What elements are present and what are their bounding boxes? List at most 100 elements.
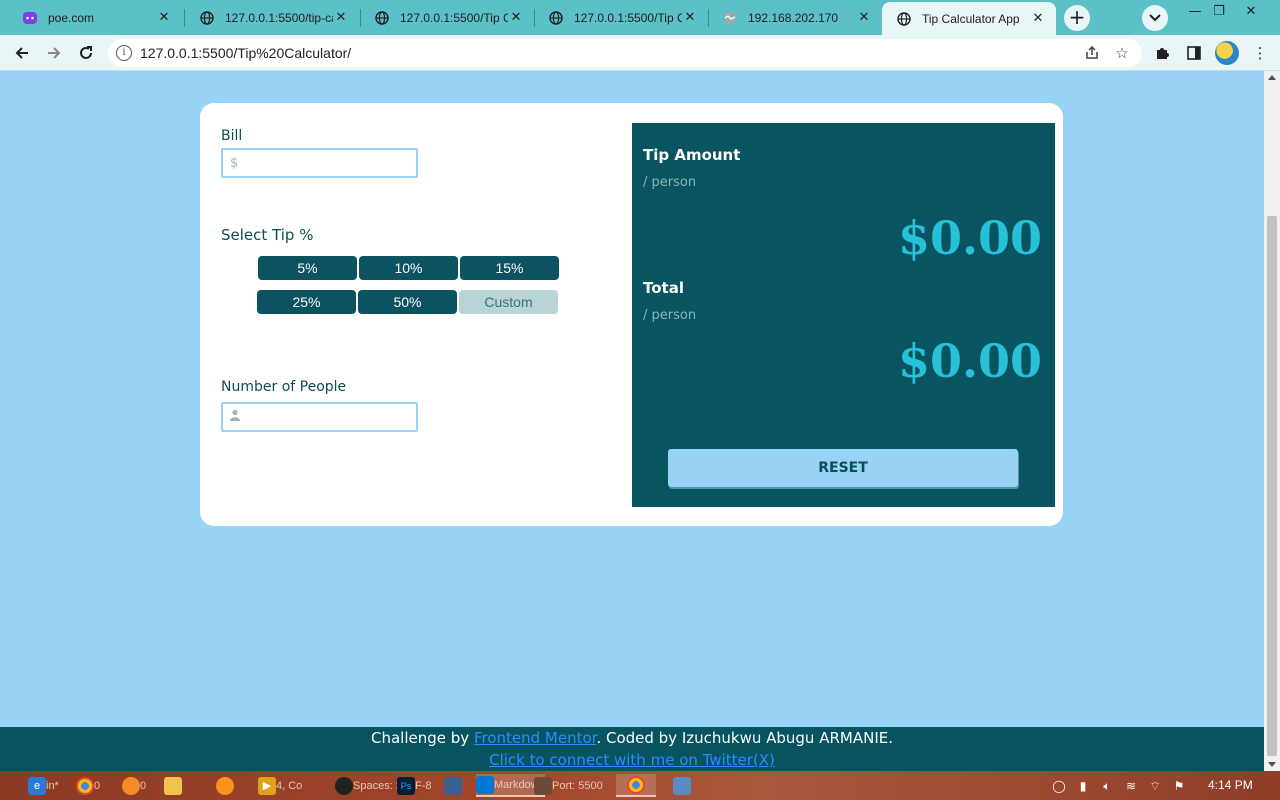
opera-tray-icon[interactable]: ◯ bbox=[1050, 777, 1068, 795]
tab-tip-ca-1[interactable]: 127.0.0.1:5500/tip-ca ✕ bbox=[185, 2, 359, 33]
tab-poe[interactable]: poe.com ✕ bbox=[8, 2, 182, 33]
taskbar-item-live-server[interactable]: Port: 5500 bbox=[534, 774, 603, 797]
select-tip-label: Select Tip % bbox=[221, 226, 314, 244]
close-window-button[interactable]: ✕ bbox=[1236, 0, 1266, 22]
reload-button[interactable] bbox=[72, 39, 100, 67]
browser-toolbar: i 127.0.0.1:5500/Tip%20Calculator/ ☆ ⋮ bbox=[0, 35, 1280, 71]
attribution-prefix: Challenge by bbox=[371, 729, 474, 747]
tip-15-button[interactable]: 15% bbox=[460, 256, 559, 280]
tab-tip-ca-3[interactable]: 127.0.0.1:5500/Tip Ca ✕ bbox=[534, 2, 708, 33]
twitter-line: Click to connect with me on Twitter(X) bbox=[0, 751, 1264, 769]
taskbar-item-window[interactable] bbox=[664, 774, 700, 797]
volume-icon[interactable]: 🔈︎ bbox=[1098, 777, 1116, 795]
close-tab-icon[interactable]: ✕ bbox=[156, 10, 172, 26]
close-tab-icon[interactable]: ✕ bbox=[1030, 11, 1046, 27]
total-title: Total bbox=[643, 279, 684, 297]
edge-icon: e bbox=[28, 776, 46, 795]
taskbar-item-spaces[interactable]: Spaces: 2 bbox=[335, 774, 402, 797]
taskbar-clock[interactable]: 4:14 PM bbox=[1208, 778, 1253, 792]
chevron-down-icon bbox=[1149, 14, 1161, 22]
taskbar-item-photoshop[interactable]: Ps F-8 bbox=[397, 774, 432, 797]
profile-avatar[interactable] bbox=[1215, 41, 1239, 65]
page-scrollbar[interactable] bbox=[1264, 71, 1280, 771]
taskbar-label: Spaces: 2 bbox=[353, 779, 402, 792]
tab-tip-ca-2[interactable]: 127.0.0.1:5500/Tip Ca ✕ bbox=[360, 2, 534, 33]
poe-icon bbox=[22, 10, 38, 26]
custom-tip-input[interactable]: Custom bbox=[459, 290, 558, 314]
taskbar-item-explorer[interactable] bbox=[158, 774, 188, 797]
tip-10-button[interactable]: 10% bbox=[359, 256, 458, 280]
restore-window-button[interactable]: ❐ bbox=[1204, 0, 1234, 22]
more-options-icon[interactable]: ⋮ bbox=[1250, 43, 1270, 63]
taskbar-item-edge[interactable]: e in* bbox=[28, 774, 59, 797]
media-player-icon: ▶ bbox=[258, 776, 276, 795]
taskbar-item-fl-studio[interactable] bbox=[212, 774, 238, 797]
tab-192-168[interactable]: 192.168.202.170 ✕ bbox=[708, 2, 882, 33]
firefox-icon bbox=[122, 776, 140, 795]
tab-title: 127.0.0.1:5500/Tip Ca bbox=[574, 10, 682, 25]
reload-icon bbox=[80, 46, 92, 59]
people-field[interactable] bbox=[221, 402, 420, 432]
tab-title: Tip Calculator App bbox=[922, 11, 1020, 26]
taskbar-label: Port: 5500 bbox=[552, 779, 603, 792]
browser-tab-strip: poe.com ✕ 127.0.0.1:5500/tip-ca ✕ 127.0.… bbox=[0, 0, 1280, 35]
results-panel: Tip Amount / person $0.00 Total / person… bbox=[632, 123, 1055, 507]
tip-25-button[interactable]: 25% bbox=[257, 290, 356, 314]
bill-input[interactable] bbox=[238, 150, 419, 176]
tab-tip-calculator-app[interactable]: Tip Calculator App ✕ bbox=[882, 2, 1056, 35]
bill-field[interactable]: $ bbox=[221, 148, 419, 178]
people-input[interactable] bbox=[240, 404, 420, 430]
reset-button[interactable]: RESET bbox=[668, 449, 1018, 487]
close-tab-icon[interactable]: ✕ bbox=[856, 10, 872, 26]
calculator-card: Bill $ Select Tip % 5% 10% 15% 25% 50% C… bbox=[200, 103, 1063, 526]
close-tab-icon[interactable]: ✕ bbox=[333, 10, 349, 26]
tip-5-button[interactable]: 5% bbox=[258, 256, 357, 280]
photoshop-icon: Ps bbox=[397, 776, 415, 795]
scrollbar-thumb[interactable] bbox=[1267, 216, 1277, 756]
dollar-icon: $ bbox=[230, 155, 239, 171]
network-icon[interactable]: ≋ bbox=[1122, 777, 1140, 795]
address-bar[interactable]: i 127.0.0.1:5500/Tip%20Calculator/ ☆ bbox=[108, 39, 1142, 67]
site-info-icon[interactable]: i bbox=[116, 45, 132, 61]
taskbar-item-media[interactable]: ▶ 4, Co bbox=[258, 774, 302, 797]
attribution-author: . Coded by Izuchukwu Abugu ARMANIE. bbox=[596, 729, 893, 747]
taskbar-label: 0 bbox=[94, 779, 101, 792]
close-tab-icon[interactable]: ✕ bbox=[682, 10, 698, 26]
forward-button[interactable] bbox=[40, 39, 68, 67]
taskbar-item-chrome-active[interactable] bbox=[616, 774, 656, 797]
chrome-icon bbox=[76, 776, 94, 795]
twitter-link[interactable]: Click to connect with me on Twitter(X) bbox=[489, 751, 775, 769]
taskbar-item-firefox[interactable]: 0 bbox=[122, 774, 146, 797]
battery-icon[interactable]: ▮ bbox=[1074, 777, 1092, 795]
people-label: Number of People bbox=[221, 379, 347, 395]
tab-search-button[interactable] bbox=[1142, 5, 1168, 31]
side-panel-icon[interactable] bbox=[1184, 43, 1204, 63]
taskbar-label: 0 bbox=[140, 779, 147, 792]
tab-title: 127.0.0.1:5500/tip-ca bbox=[225, 10, 333, 25]
extensions-puzzle-icon[interactable] bbox=[1152, 43, 1172, 63]
tip-50-button[interactable]: 50% bbox=[358, 290, 457, 314]
wifi-icon[interactable]: ⌔ bbox=[1146, 777, 1164, 795]
taskbar-item-notepad[interactable] bbox=[442, 774, 464, 797]
total-per-person-label: / person bbox=[643, 308, 697, 323]
globe-icon bbox=[548, 10, 564, 26]
bookmark-star-icon[interactable]: ☆ bbox=[1112, 43, 1132, 63]
broken-page-icon bbox=[722, 10, 738, 26]
new-tab-button[interactable]: + bbox=[1064, 5, 1090, 31]
flag-icon[interactable]: ⚑ bbox=[1170, 777, 1188, 795]
taskbar-label: F-8 bbox=[415, 779, 432, 792]
taskbar-item-chrome[interactable]: 0 bbox=[76, 774, 100, 797]
scroll-up-arrow[interactable] bbox=[1268, 75, 1276, 80]
tab-title: 192.168.202.170 bbox=[748, 10, 839, 25]
arrow-left-icon bbox=[15, 47, 28, 59]
taskbar-label: 4, Co bbox=[276, 779, 303, 792]
frontend-mentor-link[interactable]: Frontend Mentor bbox=[474, 729, 597, 747]
back-button[interactable] bbox=[8, 39, 36, 67]
fl-studio-icon bbox=[216, 776, 234, 795]
share-icon[interactable] bbox=[1082, 43, 1102, 63]
close-tab-icon[interactable]: ✕ bbox=[508, 10, 524, 26]
taskbar-label: in* bbox=[46, 779, 59, 792]
scroll-down-arrow[interactable] bbox=[1268, 762, 1276, 767]
windows-taskbar: e in* 0 0 ▶ 4, Co Spaces: 2 Ps F-8 Markd… bbox=[0, 771, 1280, 800]
globe-icon bbox=[199, 10, 215, 26]
